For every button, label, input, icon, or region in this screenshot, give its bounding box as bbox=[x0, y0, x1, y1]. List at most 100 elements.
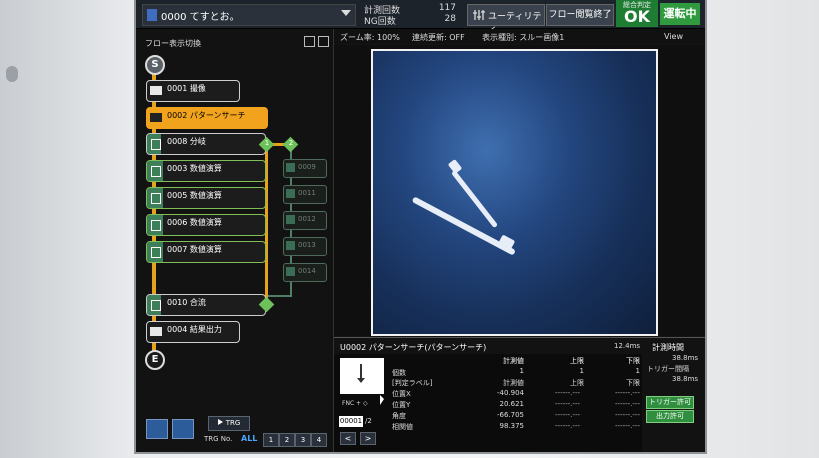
result-row-value: 計測値 bbox=[503, 379, 524, 387]
header-measured: 計測値 bbox=[503, 357, 524, 365]
trg-tab-3[interactable]: 3 bbox=[295, 433, 311, 447]
output-icon bbox=[150, 327, 162, 336]
trigger-interval-label: トリガー間隔 bbox=[647, 365, 689, 373]
flow-node-pattern-search[interactable]: 0002 パターンサーチ bbox=[146, 107, 268, 129]
result-row-upper: ------.--- bbox=[555, 400, 580, 408]
fit-view-icon[interactable] bbox=[318, 36, 329, 47]
result-row-upper: ------.--- bbox=[555, 389, 580, 397]
result-details: FNC + ◇ 00001 /2 < > 計測値 上限 下限 個数 1 1 1 … bbox=[334, 354, 642, 452]
result-row-lower: 下限 bbox=[626, 379, 640, 387]
result-title: U0002 パターンサーチ(パターンサーチ) bbox=[340, 343, 487, 352]
flow-start-node[interactable]: S bbox=[145, 55, 165, 75]
header-lower: 下限 bbox=[626, 357, 640, 365]
header-upper: 上限 bbox=[570, 357, 584, 365]
trg-all-tab[interactable]: ALL bbox=[241, 434, 257, 443]
result-row-value: 1 bbox=[519, 367, 524, 375]
utility-button[interactable]: ユーティリティ bbox=[467, 4, 545, 35]
hmi-screen: 0000 てすとお。 計測回数 117 NG回数 28 ユーティリティ フロー閲… bbox=[136, 0, 705, 452]
trg-tab-1[interactable]: 1 bbox=[263, 433, 279, 447]
camera-image[interactable] bbox=[371, 49, 658, 336]
result-row-value: -40.904 bbox=[496, 389, 524, 397]
result-row-upper: ------.--- bbox=[555, 422, 580, 430]
view-label: View bbox=[664, 32, 683, 41]
result-panel: U0002 パターンサーチ(パターンサーチ) 12.4ms 計測時間 FNC +… bbox=[334, 337, 705, 452]
page-number-field[interactable]: 00001 bbox=[339, 416, 363, 427]
chevron-down-icon bbox=[341, 10, 351, 16]
ghost-node[interactable]: 0011 bbox=[283, 185, 327, 204]
flow-node-branch[interactable]: 0008 分岐 bbox=[146, 133, 266, 155]
output-permit-button[interactable]: 出力許可 bbox=[646, 410, 694, 423]
calculator-icon bbox=[147, 242, 163, 262]
calculator-icon bbox=[147, 188, 163, 208]
flow-node-calc[interactable]: 0007 数値演算 bbox=[146, 241, 266, 263]
trigger-interval-value: 38.8ms bbox=[672, 375, 699, 383]
result-row-label: 位置X bbox=[392, 390, 411, 398]
display-type[interactable]: 表示種別: スルー画像1 bbox=[482, 32, 564, 43]
prev-page-button[interactable]: < bbox=[340, 432, 356, 445]
pattern-search-icon bbox=[150, 113, 162, 122]
result-row-label: 位置Y bbox=[392, 401, 411, 409]
flow-end-node[interactable]: E bbox=[145, 350, 165, 370]
layout-toggle-icon[interactable] bbox=[304, 36, 315, 47]
result-row-label: 相関値 bbox=[392, 423, 413, 431]
flow-node-result-output[interactable]: 0004 結果出力 bbox=[146, 321, 240, 343]
ghost-node[interactable]: 0012 bbox=[283, 211, 327, 230]
play-icon bbox=[217, 419, 223, 425]
continuous-update: 連続更新: OFF bbox=[412, 33, 465, 42]
trg-tab-2[interactable]: 2 bbox=[279, 433, 295, 447]
ghost-node[interactable]: 0009 bbox=[283, 159, 327, 178]
result-row-upper: ------.--- bbox=[555, 411, 580, 419]
measure-time-label: 計測時間 bbox=[652, 343, 684, 352]
result-time: 12.4ms bbox=[614, 342, 641, 350]
calculator-icon bbox=[147, 215, 163, 235]
ghost-node[interactable]: 0014 bbox=[283, 263, 327, 282]
flow-selector-value: 0000 てすとお。 bbox=[161, 12, 240, 23]
image-view-area bbox=[334, 45, 705, 336]
flow-panel-title: フロー表示切換 bbox=[145, 39, 201, 48]
measure-count-value: 117 bbox=[438, 3, 456, 13]
trigger-button[interactable]: TRG bbox=[208, 416, 250, 431]
flow-node-capture[interactable]: 0001 撮像 bbox=[146, 80, 240, 102]
flow-node-calc[interactable]: 0006 数値演算 bbox=[146, 214, 266, 236]
flow-node-calc[interactable]: 0005 数値演算 bbox=[146, 187, 266, 209]
ghost-node[interactable]: 0013 bbox=[283, 237, 327, 256]
result-row-label: [判定ラベル] bbox=[392, 379, 433, 387]
measure-time-value: 38.8ms bbox=[672, 354, 699, 362]
trg-no-label: TRG No. bbox=[204, 435, 233, 443]
image-view-button[interactable] bbox=[172, 419, 194, 439]
flow-selector-dropdown[interactable]: 0000 てすとお。 bbox=[142, 4, 356, 26]
collapse-icon bbox=[147, 134, 161, 154]
zoom-ratio: ズーム率: 100% bbox=[340, 33, 400, 42]
result-row-value: 20.621 bbox=[499, 400, 525, 408]
arrow-down-icon bbox=[357, 364, 365, 383]
flow-node-calc[interactable]: 0003 数値演算 bbox=[146, 160, 266, 182]
trigger-bar: TRG TRG No. ALL 1 2 3 4 bbox=[136, 409, 333, 452]
tools-icon bbox=[473, 10, 485, 20]
ng-count-label: NG回数 bbox=[364, 17, 396, 27]
trg-tab-4[interactable]: 4 bbox=[311, 433, 327, 447]
branch-1-number: 1 bbox=[264, 139, 270, 147]
result-row-value: 98.375 bbox=[499, 422, 525, 430]
flow-panel: フロー表示切換 0009 0011 0012 0013 0014 S 0001 … bbox=[136, 29, 334, 452]
calculator-icon bbox=[147, 161, 163, 181]
result-row-lower: ------.--- bbox=[615, 411, 640, 419]
result-row-label: 角度 bbox=[392, 412, 406, 420]
branch-2-number: 2 bbox=[288, 139, 294, 147]
result-row-upper: 1 bbox=[579, 367, 584, 375]
bolt-head bbox=[447, 159, 463, 174]
result-row-label: 個数 bbox=[392, 369, 406, 377]
view-info-bar: ズーム率: 100% 連続更新: OFF 表示種別: スルー画像1 View bbox=[334, 29, 705, 44]
page-total: /2 bbox=[365, 417, 372, 425]
flow-view-end-button[interactable]: フロー閲覧終了 bbox=[546, 4, 614, 26]
result-row-lower: ------.--- bbox=[615, 400, 640, 408]
flow-view-button[interactable] bbox=[146, 419, 168, 439]
flow-node-merge[interactable]: 0010 合流 bbox=[146, 294, 266, 316]
trigger-permit-button[interactable]: トリガー許可 bbox=[646, 396, 694, 409]
flow-icon bbox=[147, 9, 157, 21]
fnc-label: FNC + ◇ bbox=[342, 400, 368, 407]
bezel-screw bbox=[6, 66, 18, 82]
total-judgement-value: OK bbox=[624, 7, 650, 26]
result-row-upper: 上限 bbox=[570, 379, 584, 387]
total-judgement-indicator: 総合判定 OK bbox=[616, 0, 658, 27]
next-page-button[interactable]: > bbox=[360, 432, 376, 445]
